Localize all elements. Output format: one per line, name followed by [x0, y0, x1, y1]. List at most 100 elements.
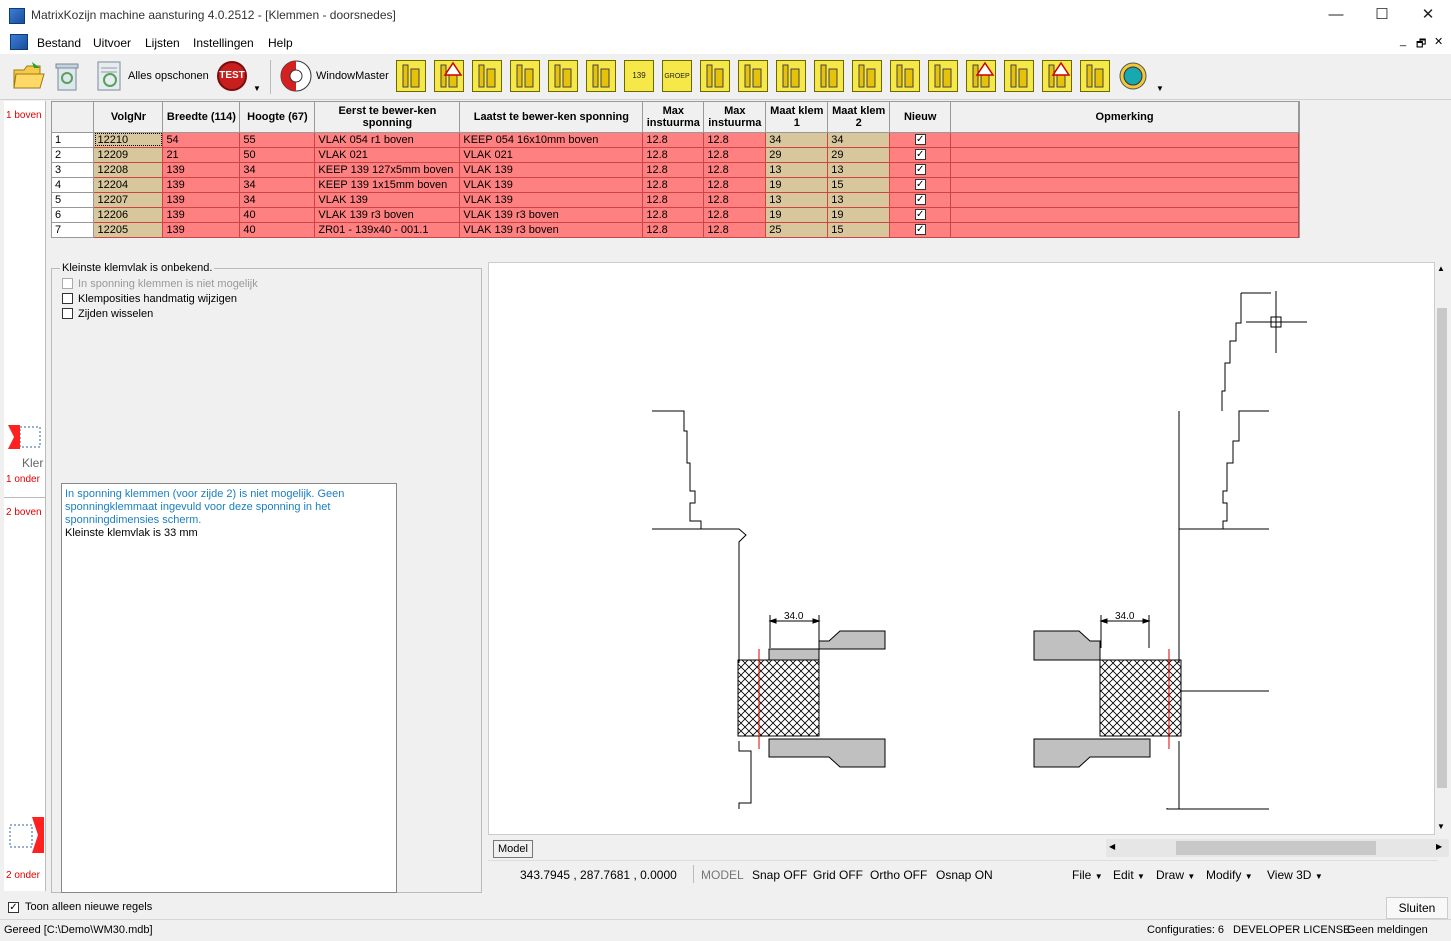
menu-instellingen[interactable]: Instellingen	[193, 36, 254, 50]
cad-menu-modify-label[interactable]: Modify	[1206, 868, 1241, 882]
cell-klem[interactable]: 13	[765, 192, 829, 208]
profile-w2-icon[interactable]	[776, 60, 806, 92]
nieuw-checkbox[interactable]: ✓	[914, 209, 926, 221]
cell-klem[interactable]: 25	[765, 222, 829, 238]
table-row[interactable]: 6 12206 139 40 VLAK 139 r3 boven VLAK 139 r3 …	[52, 207, 1299, 223]
vertical-scrollbar[interactable]: ▲ ▼	[1435, 262, 1449, 835]
option-zijden-label[interactable]: Zijden wisselen	[78, 308, 153, 320]
hscroll-thumb[interactable]	[1176, 841, 1376, 855]
table-cell[interactable]: VLAK 054 r1 boven	[314, 132, 461, 148]
grid-toggle[interactable]: Grid OFF	[813, 868, 863, 882]
menu-lijsten[interactable]: Lijsten	[145, 36, 180, 50]
cell-volgnr[interactable]: 12205	[93, 222, 164, 238]
profile-cross-icon[interactable]	[548, 60, 578, 92]
cell-volgnr[interactable]: 12206	[93, 207, 164, 223]
table-cell[interactable]: 40	[239, 207, 316, 223]
mdi-close-button[interactable]: ✕	[1434, 35, 1443, 48]
scroll-thumb[interactable]	[1437, 308, 1447, 788]
profile-L-icon[interactable]	[396, 60, 426, 92]
table-cell[interactable]: 12.8	[642, 192, 705, 208]
profile-warn3-icon[interactable]	[1042, 60, 1072, 92]
profile-t-icon[interactable]	[852, 60, 882, 92]
table-cell[interactable]: 12.8	[642, 177, 705, 193]
section-thumbnail-1[interactable]	[6, 421, 44, 457]
profile-box-icon[interactable]	[1004, 60, 1034, 92]
grid-header-opmerking[interactable]: Opmerking	[950, 102, 1299, 133]
table-cell[interactable]: KEEP 054 16x10mm boven	[459, 132, 644, 148]
table-row[interactable]: 3 12208 139 34 KEEP 139 127x5mm boven VLAK 13…	[52, 162, 1299, 178]
table-cell[interactable]: VLAK 021	[314, 147, 461, 163]
profile-W-icon[interactable]	[472, 60, 502, 92]
cell-klem[interactable]: 15	[827, 222, 891, 238]
grid-header-klem-1[interactable]: Maat klem 1	[765, 102, 829, 133]
message-box[interactable]: In sponning klemmen (voor zijde 2) is ni…	[61, 483, 397, 893]
table-cell[interactable]: 12.8	[642, 222, 705, 238]
strip-label-1-onder[interactable]: 1 onder	[6, 474, 40, 485]
table-cell[interactable]: 12.8	[703, 222, 767, 238]
cell-nieuw[interactable]: ✓	[889, 162, 952, 178]
ortho-toggle[interactable]: Ortho OFF	[870, 868, 927, 882]
menu-uitvoer[interactable]: Uitvoer	[93, 36, 131, 50]
table-row[interactable]: 2 12209 21 50 VLAK 021 VLAK 021 12.8 12.8 29 29 ✓	[52, 147, 1299, 163]
table-cell[interactable]: VLAK 021	[459, 147, 644, 163]
table-cell[interactable]: 12.8	[642, 132, 705, 148]
row-index[interactable]: 1	[52, 132, 95, 148]
grid-header-max-2[interactable]: Max instuurma	[703, 102, 767, 133]
show-new-only-checkbox[interactable]: ✓	[8, 901, 19, 913]
profile-io-icon[interactable]	[890, 60, 920, 92]
table-cell[interactable]: VLAK 139	[459, 162, 644, 178]
option-zijden-checkbox[interactable]	[62, 308, 73, 319]
table-cell[interactable]	[950, 147, 1299, 163]
maximize-button[interactable]: ☐	[1359, 0, 1405, 32]
cell-klem[interactable]: 13	[765, 162, 829, 178]
table-row[interactable]: 7 12205 139 40 ZR01 - 139x40 - 001.1 VLAK 139…	[52, 222, 1299, 238]
table-cell[interactable]: 12.8	[703, 162, 767, 178]
cad-menu-modify[interactable]: Modify ▼	[1206, 868, 1253, 882]
recycle-bin-icon[interactable]	[52, 60, 82, 92]
strip-label-2-boven[interactable]: 2 boven	[6, 507, 42, 518]
table-cell[interactable]: VLAK 139 r3 boven	[459, 222, 644, 238]
scroll-right-icon[interactable]: ▶	[1436, 842, 1442, 851]
table-row[interactable]: 4 12204 139 34 KEEP 139 1x15mm boven VLAK 139…	[52, 177, 1299, 193]
table-row[interactable]: 1 12210 54 55 VLAK 054 r1 boven KEEP 054 16x1…	[52, 132, 1299, 148]
cell-volgnr[interactable]: 12204	[93, 177, 164, 193]
test-button[interactable]: TEST	[217, 61, 247, 91]
scroll-left-icon[interactable]: ◀	[1109, 842, 1115, 851]
cad-menu-edit-label[interactable]: Edit	[1113, 868, 1134, 882]
cell-nieuw[interactable]: ✓	[889, 222, 952, 238]
strip-label-2-onder[interactable]: 2 onder	[6, 870, 40, 881]
nieuw-checkbox[interactable]: ✓	[914, 149, 926, 161]
grid-header-klem-2[interactable]: Maat klem 2	[827, 102, 891, 133]
table-cell[interactable]	[950, 162, 1299, 178]
cell-volgnr[interactable]: 12209	[93, 147, 164, 163]
grid-header-nieuw[interactable]: Nieuw	[889, 102, 952, 133]
nieuw-checkbox[interactable]: ✓	[914, 164, 926, 176]
table-cell[interactable]: 34	[239, 162, 316, 178]
cell-klem[interactable]: 29	[827, 147, 891, 163]
table-cell[interactable]: 34	[239, 177, 316, 193]
show-new-only-option[interactable]: ✓ Toon alleen nieuwe regels	[8, 901, 152, 913]
profile-c-icon[interactable]	[738, 60, 768, 92]
menu-bestand[interactable]: Bestand	[37, 36, 81, 50]
table-cell[interactable]: VLAK 139	[314, 192, 461, 208]
table-cell[interactable]: 12.8	[703, 192, 767, 208]
table-cell[interactable]: KEEP 139 1x15mm boven	[314, 177, 461, 193]
section-thumbnail-2[interactable]	[6, 813, 44, 857]
table-row[interactable]: 5 12207 139 34 VLAK 139 VLAK 139 12.8 12.8 13 13 ✓	[52, 192, 1299, 208]
cell-klem[interactable]: 19	[827, 207, 891, 223]
nieuw-checkbox[interactable]: ✓	[914, 224, 926, 236]
cad-menu-draw[interactable]: Draw ▼	[1156, 868, 1195, 882]
minimize-button[interactable]: —	[1313, 0, 1359, 32]
mdi-minimize-button[interactable]: _	[1400, 35, 1406, 47]
option-klemposities[interactable]: Klemposities handmatig wijzigen	[62, 293, 237, 305]
table-cell[interactable]	[950, 177, 1299, 193]
table-cell[interactable]: 139	[162, 192, 241, 208]
nieuw-checkbox[interactable]: ✓	[914, 194, 926, 206]
row-index[interactable]: 6	[52, 207, 95, 223]
nieuw-checkbox[interactable]: ✓	[914, 134, 926, 146]
table-cell[interactable]: KEEP 139 127x5mm boven	[314, 162, 461, 178]
warning-profile-icon[interactable]	[434, 60, 464, 92]
cell-nieuw[interactable]: ✓	[889, 132, 952, 148]
toolbar-overflow-icon[interactable]: ▼	[1156, 84, 1164, 93]
row-index[interactable]: 7	[52, 222, 95, 238]
